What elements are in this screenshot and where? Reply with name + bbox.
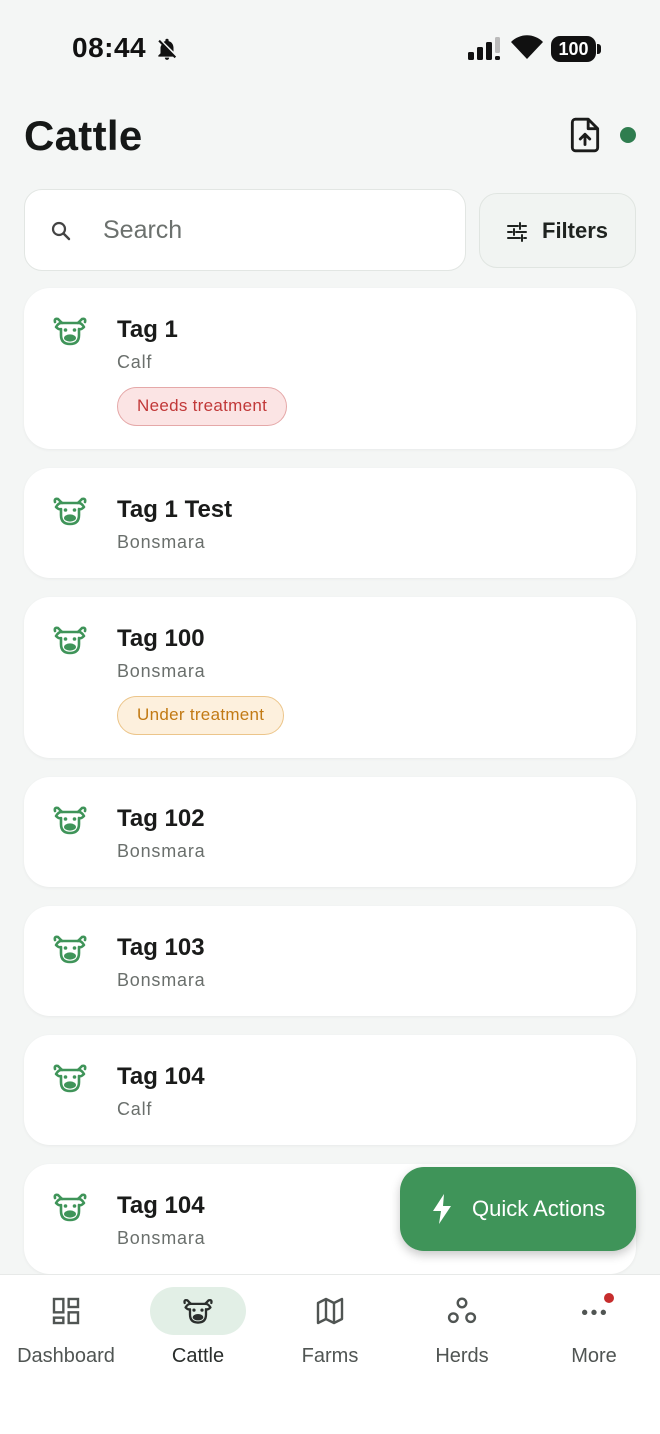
cow-icon — [53, 317, 87, 346]
map-icon — [316, 1297, 344, 1325]
cattle-tag: Tag 1 Test — [117, 496, 233, 523]
status-time: 08:44 — [72, 32, 147, 63]
search-icon — [51, 221, 71, 241]
cattle-tag: Tag 103 — [117, 934, 205, 961]
herds-icon — [447, 1297, 477, 1324]
cattle-breed: Bonsmara — [117, 661, 206, 681]
quick-actions-button[interactable]: Quick Actions — [400, 1167, 636, 1251]
nav-label: Dashboard — [17, 1345, 115, 1367]
cattle-breed: Calf — [117, 352, 153, 372]
search-input[interactable] — [103, 208, 443, 252]
cow-icon — [53, 497, 87, 526]
nav-item-dashboard[interactable]: Dashboard — [0, 1275, 132, 1385]
cattle-tag: Tag 104 — [117, 1192, 205, 1219]
search-box[interactable] — [24, 189, 466, 271]
cow-icon — [53, 626, 87, 655]
bolt-icon — [433, 1194, 451, 1224]
cow-icon — [53, 806, 87, 835]
cattle-tag: Tag 1 — [117, 316, 178, 343]
cattle-card[interactable]: Tag 104 Calf — [24, 1035, 636, 1145]
status-bar: 08:44 100 — [0, 0, 660, 96]
cattle-card[interactable]: Tag 100 Bonsmara Under treatment — [24, 597, 636, 758]
nav-item-herds[interactable]: Herds — [396, 1275, 528, 1385]
cattle-card[interactable]: Tag 103 Bonsmara — [24, 906, 636, 1016]
notification-dot — [604, 1293, 614, 1303]
cattle-tag: Tag 102 — [117, 805, 205, 832]
nav-label: Herds — [435, 1345, 489, 1367]
filters-button[interactable]: Filters — [479, 193, 636, 268]
wifi-icon — [511, 35, 543, 59]
signal-icon — [468, 37, 500, 60]
page-title: Cattle — [24, 112, 143, 159]
cow-icon — [53, 1064, 87, 1093]
cow-icon — [183, 1299, 213, 1324]
cattle-card[interactable]: Tag 1 Test Bonsmara — [24, 468, 636, 578]
tune-icon — [507, 222, 527, 242]
battery-level: 100 — [551, 36, 596, 62]
cattle-breed: Bonsmara — [117, 1228, 206, 1248]
nav-item-farms[interactable]: Farms — [264, 1275, 396, 1385]
bottom-nav: Dashboard Cattle Farms Herds More — [0, 1274, 660, 1434]
cattle-card[interactable]: Tag 102 Bonsmara — [24, 777, 636, 887]
cow-icon — [53, 1193, 87, 1222]
cattle-breed: Bonsmara — [117, 841, 206, 861]
nav-label: More — [571, 1345, 617, 1367]
sync-status-dot — [620, 127, 636, 143]
cattle-tag: Tag 104 — [117, 1063, 205, 1090]
bell-off-icon — [158, 38, 177, 60]
file-upload-icon[interactable] — [566, 116, 604, 154]
cattle-breed: Bonsmara — [117, 532, 206, 552]
nav-label: Cattle — [171, 1345, 225, 1367]
cattle-tag: Tag 100 — [117, 625, 205, 652]
cattle-card[interactable]: Tag 1 Calf Needs treatment — [24, 288, 636, 449]
dashboard-icon — [52, 1297, 80, 1325]
filters-label: Filters — [542, 218, 609, 243]
cattle-breed: Bonsmara — [117, 970, 206, 990]
quick-actions-label: Quick Actions — [472, 1196, 606, 1221]
status-badge: Needs treatment — [117, 387, 288, 426]
nav-item-more[interactable]: More — [528, 1275, 660, 1385]
cattle-breed: Calf — [117, 1099, 153, 1119]
nav-label: Farms — [301, 1345, 359, 1367]
status-badge: Under treatment — [117, 696, 285, 735]
battery-indicator: 100 — [551, 36, 601, 62]
nav-item-cattle[interactable]: Cattle — [132, 1275, 264, 1385]
cow-icon — [53, 935, 87, 964]
